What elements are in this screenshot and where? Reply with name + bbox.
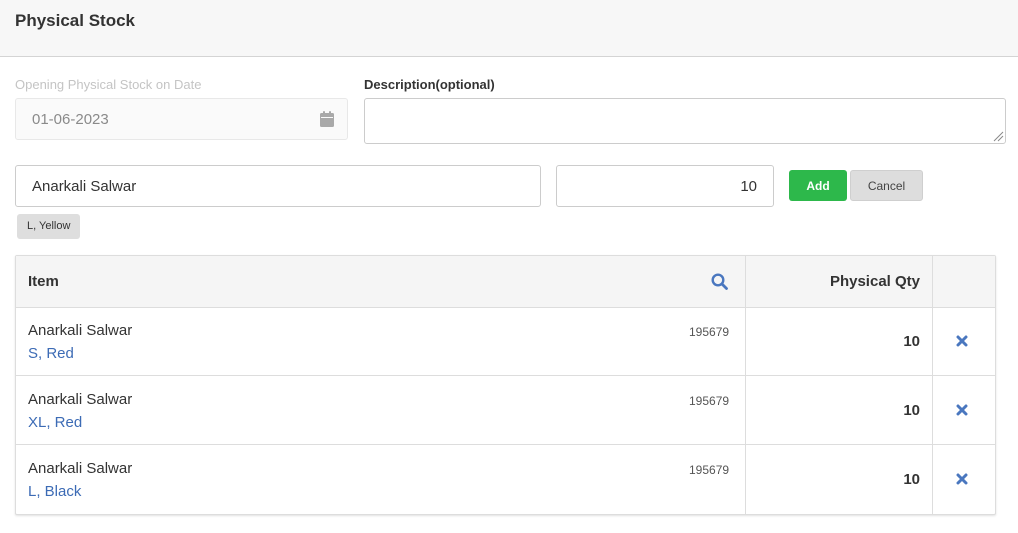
description-label: Description(optional) bbox=[364, 77, 495, 92]
item-variant[interactable]: XL, Red bbox=[28, 414, 82, 431]
description-input[interactable] bbox=[364, 98, 1006, 144]
item-qty: 10 bbox=[903, 471, 920, 488]
item-code: 195679 bbox=[689, 394, 730, 408]
stock-table: Item Physical Qty Anarkali Salwar S, Red… bbox=[15, 255, 996, 515]
item-name: Anarkali Salwar bbox=[28, 391, 133, 408]
close-icon[interactable] bbox=[956, 335, 968, 347]
add-button[interactable]: Add bbox=[789, 170, 847, 201]
column-header-item: Item bbox=[28, 273, 59, 290]
item-code: 195679 bbox=[689, 463, 730, 477]
item-name: Anarkali Salwar bbox=[28, 322, 133, 339]
item-name: Anarkali Salwar bbox=[28, 460, 133, 477]
item-input[interactable] bbox=[15, 165, 541, 207]
table-row: Anarkali Salwar XL, Red 195679 10 bbox=[16, 377, 995, 445]
item-code: 195679 bbox=[689, 325, 730, 339]
column-header-physical-qty: Physical Qty bbox=[829, 273, 920, 290]
resize-grip-icon[interactable] bbox=[993, 131, 1004, 142]
close-icon[interactable] bbox=[956, 473, 968, 485]
close-icon[interactable] bbox=[956, 404, 968, 416]
item-qty: 10 bbox=[903, 333, 920, 350]
table-row: Anarkali Salwar L, Black 195679 10 bbox=[16, 446, 995, 514]
quantity-input[interactable] bbox=[556, 165, 774, 207]
table-header: Item Physical Qty bbox=[16, 256, 995, 308]
date-label: Opening Physical Stock on Date bbox=[15, 77, 202, 92]
date-value: 01-06-2023 bbox=[32, 111, 109, 128]
search-icon[interactable] bbox=[711, 273, 728, 290]
variant-tag[interactable]: L, Yellow bbox=[17, 214, 81, 239]
page-title: Physical Stock bbox=[15, 11, 136, 30]
cancel-button[interactable]: Cancel bbox=[850, 170, 923, 201]
date-field[interactable]: 01-06-2023 bbox=[15, 98, 348, 140]
item-variant[interactable]: S, Red bbox=[28, 345, 74, 362]
item-variant[interactable]: L, Black bbox=[28, 483, 81, 500]
item-qty: 10 bbox=[903, 402, 920, 419]
page-header: Physical Stock bbox=[0, 0, 1018, 57]
calendar-icon[interactable] bbox=[320, 111, 334, 127]
table-row: Anarkali Salwar S, Red 195679 10 bbox=[16, 308, 995, 376]
